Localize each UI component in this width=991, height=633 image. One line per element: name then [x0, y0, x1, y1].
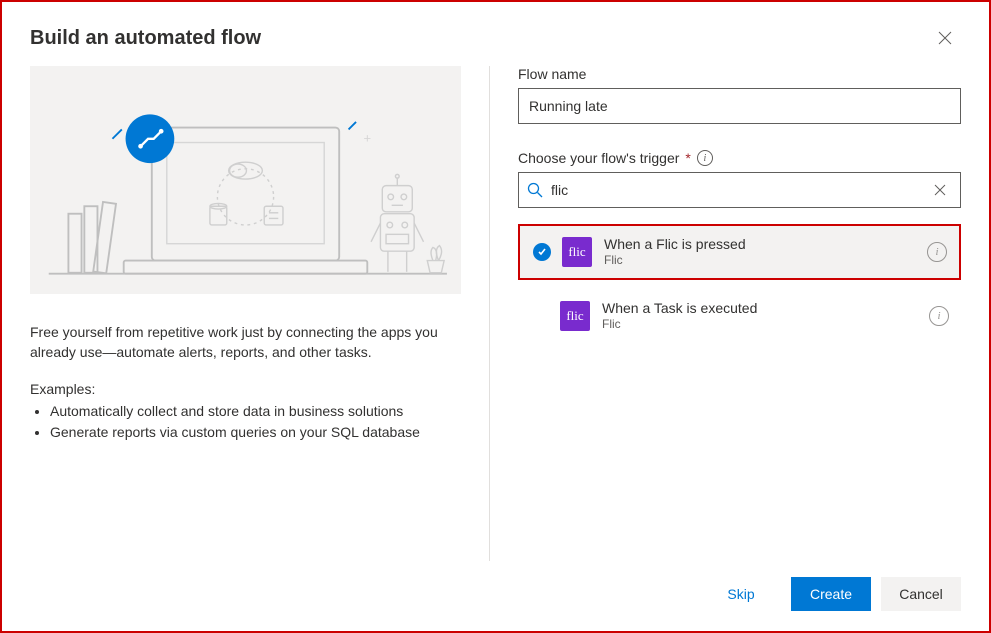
left-column: + — [30, 66, 490, 561]
examples-label: Examples: — [30, 381, 461, 397]
close-icon — [938, 31, 952, 45]
flic-connector-icon: flic — [562, 237, 592, 267]
trigger-list: flic When a Flic is pressed Flic i flic … — [518, 224, 961, 344]
trigger-radio[interactable] — [528, 243, 556, 261]
modal-header: Build an automated flow — [2, 2, 989, 66]
close-button[interactable] — [929, 22, 961, 54]
info-icon[interactable]: i — [927, 242, 947, 262]
trigger-search-input[interactable] — [543, 173, 928, 207]
right-column: Flow name Choose your flow's trigger * i — [490, 66, 961, 561]
info-icon[interactable]: i — [929, 306, 949, 326]
build-automated-flow-modal: Build an automated flow — [0, 0, 991, 633]
examples-list: Automatically collect and store data in … — [30, 401, 461, 443]
svg-text:+: + — [364, 131, 372, 146]
required-asterisk: * — [685, 150, 690, 166]
modal-footer: Skip Create Cancel — [2, 561, 989, 631]
flow-name-input[interactable] — [518, 88, 961, 124]
checkmark-icon — [533, 243, 551, 261]
trigger-label: Choose your flow's trigger * i — [518, 150, 961, 166]
trigger-item-flic-pressed[interactable]: flic When a Flic is pressed Flic i — [518, 224, 961, 280]
trigger-connector: Flic — [604, 253, 927, 268]
description-text: Free yourself from repetitive work just … — [30, 322, 461, 363]
example-item: Automatically collect and store data in … — [50, 401, 461, 422]
illustration: + — [30, 66, 461, 294]
info-icon[interactable]: i — [697, 150, 713, 166]
close-icon — [934, 184, 946, 196]
clear-search-button[interactable] — [928, 178, 952, 202]
example-item: Generate reports via custom queries on y… — [50, 422, 461, 443]
modal-title: Build an automated flow — [30, 27, 261, 50]
flow-name-label: Flow name — [518, 66, 961, 82]
modal-body: + — [2, 66, 989, 561]
cancel-button[interactable]: Cancel — [881, 577, 961, 611]
trigger-search[interactable] — [518, 172, 961, 208]
trigger-item-task-executed[interactable]: flic When a Task is executed Flic i — [518, 288, 961, 344]
trigger-title: When a Flic is pressed — [604, 236, 927, 254]
skip-button[interactable]: Skip — [701, 577, 781, 611]
flic-connector-icon: flic — [560, 301, 590, 331]
trigger-connector: Flic — [602, 317, 929, 332]
search-icon — [527, 182, 543, 198]
trigger-title: When a Task is executed — [602, 300, 929, 318]
create-button[interactable]: Create — [791, 577, 871, 611]
